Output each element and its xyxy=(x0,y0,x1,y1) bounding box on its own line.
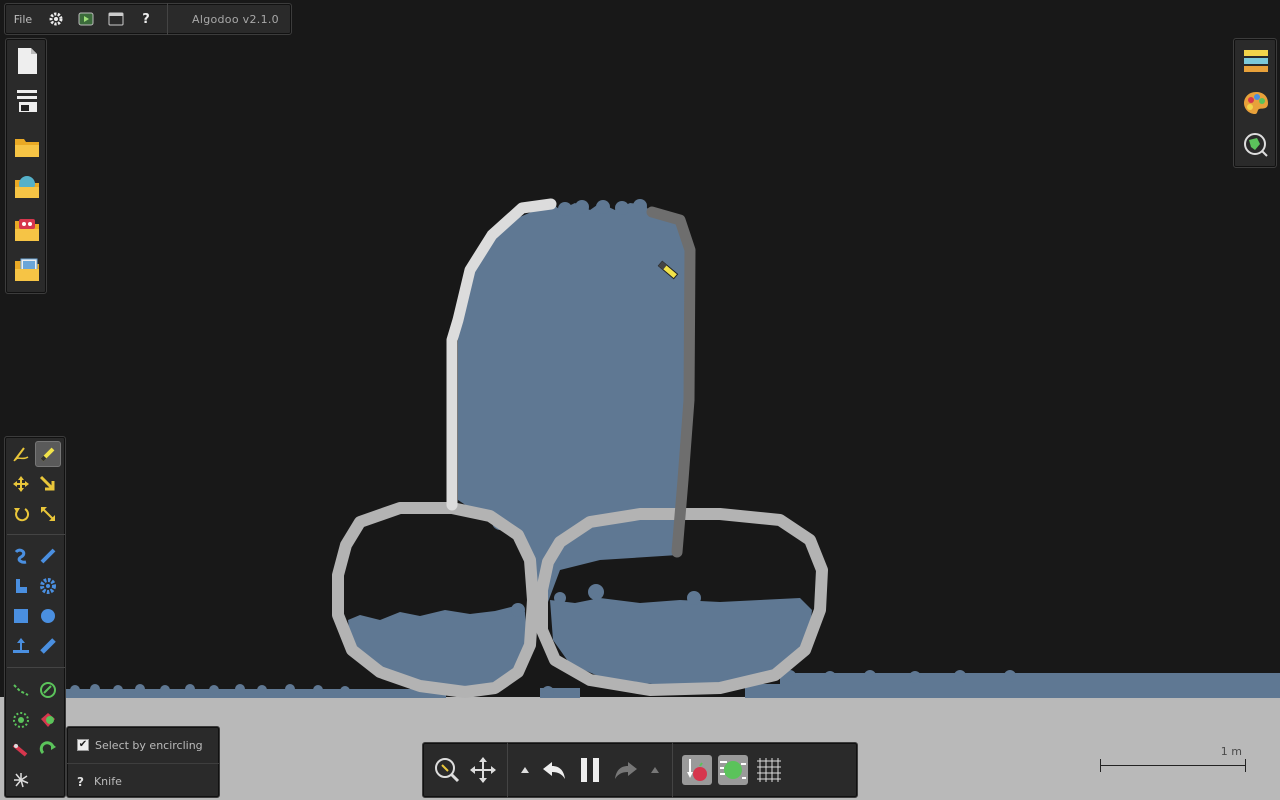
open-folder-icon[interactable] xyxy=(11,131,43,163)
circle-tool-icon[interactable] xyxy=(35,603,61,629)
laser-tool-icon[interactable] xyxy=(8,737,34,763)
gear-tool-icon[interactable] xyxy=(35,573,61,599)
app-title: Algodoo v2.1.0 xyxy=(167,3,285,35)
chain-tool-icon[interactable] xyxy=(8,677,34,703)
water-tool-icon[interactable] xyxy=(8,767,34,793)
fixate-tool-icon[interactable] xyxy=(35,677,61,703)
tools-separator xyxy=(7,667,65,668)
thruster-tool-icon[interactable] xyxy=(8,707,34,733)
speed-down-icon[interactable] xyxy=(644,750,666,790)
help-icon[interactable]: ? xyxy=(131,3,161,35)
simulation-canvas[interactable] xyxy=(0,0,1280,800)
environment-controls xyxy=(673,742,793,798)
scale-line xyxy=(1100,765,1246,766)
air-friction-icon[interactable] xyxy=(715,750,751,790)
scale-tick-right xyxy=(1245,759,1246,772)
select-by-encircling-label: Select by encircling xyxy=(95,738,203,752)
scene-panel-icon[interactable] xyxy=(11,85,43,117)
box-tool-icon[interactable] xyxy=(8,603,34,629)
browse-scenes-icon[interactable] xyxy=(11,253,43,285)
undo-icon[interactable] xyxy=(536,750,572,790)
right-toolbar xyxy=(1233,38,1277,168)
scale-indicator: 1 m xyxy=(1098,745,1248,775)
gear-icon[interactable] xyxy=(41,3,71,35)
tracer-tool-icon[interactable] xyxy=(35,707,61,733)
plane-tool-icon[interactable] xyxy=(8,633,34,659)
palette-icon[interactable] xyxy=(1240,87,1272,119)
brush-tool-icon[interactable] xyxy=(35,633,61,659)
view-controls xyxy=(423,742,508,798)
polygon-tool-icon[interactable] xyxy=(8,573,34,599)
select-by-encircling-option[interactable]: ✔ Select by encircling xyxy=(67,727,219,763)
gravity-icon[interactable] xyxy=(679,750,715,790)
visualization-icon[interactable] xyxy=(1240,129,1272,161)
redo-icon[interactable] xyxy=(608,750,644,790)
tools-separator xyxy=(7,534,65,535)
drag-tool-icon[interactable] xyxy=(35,471,61,497)
speed-up-icon[interactable] xyxy=(514,750,536,790)
open-algobox-icon[interactable] xyxy=(11,213,43,245)
help-icon[interactable]: ? xyxy=(77,775,84,789)
pan-icon[interactable] xyxy=(465,750,501,790)
file-menu[interactable]: File xyxy=(5,3,41,35)
tools-panel xyxy=(4,436,66,798)
pause-icon[interactable] xyxy=(572,750,608,790)
tool-name-label: Knife xyxy=(93,775,122,788)
open-phunlet-icon[interactable] xyxy=(11,171,43,203)
new-scene-icon[interactable] xyxy=(11,45,43,77)
play-scene-icon[interactable] xyxy=(71,3,101,35)
zoom-icon[interactable] xyxy=(429,750,465,790)
hinge-tool-icon[interactable] xyxy=(35,737,61,763)
move-tool-icon[interactable] xyxy=(8,471,34,497)
scale-label: 1 m xyxy=(1220,745,1242,758)
layers-icon[interactable] xyxy=(1240,45,1272,77)
rope-tool-icon[interactable] xyxy=(8,543,34,569)
spring-tool-icon[interactable] xyxy=(35,543,61,569)
simulation-controls xyxy=(508,742,673,798)
knife-tool-icon[interactable] xyxy=(35,441,61,467)
menu-bar: File ? Algodoo v2.1.0 xyxy=(4,3,292,35)
scale-tool-icon[interactable] xyxy=(35,501,61,527)
grid-icon[interactable] xyxy=(751,750,787,790)
window-icon[interactable] xyxy=(101,3,131,35)
tool-options-panel: ✔ Select by encircling ? Knife xyxy=(66,726,220,798)
playback-bar xyxy=(422,742,858,798)
rotate-tool-icon[interactable] xyxy=(8,501,34,527)
file-toolbar xyxy=(5,38,47,294)
tool-help-row[interactable]: ? Knife xyxy=(67,763,219,799)
sketch-tool-icon[interactable] xyxy=(8,441,34,467)
select-by-encircling-checkbox[interactable]: ✔ xyxy=(77,739,89,751)
